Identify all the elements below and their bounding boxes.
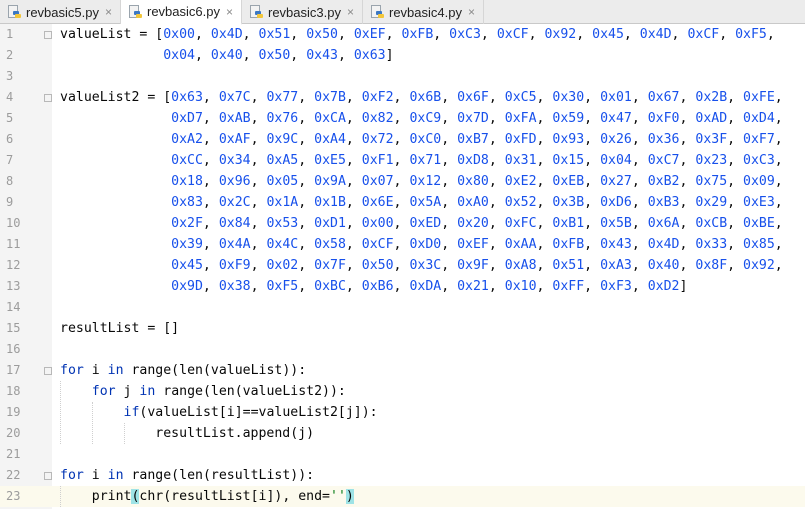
python-file-icon xyxy=(128,4,142,19)
line-number: 7 xyxy=(6,153,14,167)
code-line[interactable]: 9 0x83, 0x2C, 0x1A, 0x1B, 0x6E, 0x5A, 0x… xyxy=(0,192,805,213)
code-text: 0xA2, 0xAF, 0x9C, 0xA4, 0x72, 0xC0, 0xB7… xyxy=(171,132,783,147)
line-number: 20 xyxy=(6,426,21,440)
code-line[interactable]: 23 print(chr(resultList[i]), end='') xyxy=(0,486,805,507)
line-number: 4 xyxy=(6,90,14,104)
code-line[interactable]: 13 0x9D, 0x38, 0xF5, 0xBC, 0xB6, 0xDA, 0… xyxy=(0,276,805,297)
code-line[interactable]: 19 if(valueList[i]==valueList2[j]): xyxy=(0,402,805,423)
code-line[interactable]: 17 for i in range(len(valueList)): xyxy=(0,360,805,381)
line-number: 23 xyxy=(6,489,21,503)
code-text: 0x39, 0x4A, 0x4C, 0x58, 0xCF, 0xD0, 0xEF… xyxy=(171,237,783,252)
code-editor[interactable]: 1 valueList = [0x00, 0x4D, 0x51, 0x50, 0x… xyxy=(0,24,805,509)
line-number: 13 xyxy=(6,279,21,293)
code-line[interactable]: 20 resultList.append(j) xyxy=(0,423,805,444)
line-number: 10 xyxy=(6,216,21,230)
fold-marker-icon[interactable] xyxy=(44,367,52,375)
line-number: 6 xyxy=(6,132,14,146)
line-number: 9 xyxy=(6,195,14,209)
code-line[interactable]: 12 0x45, 0xF9, 0x02, 0x7F, 0x50, 0x3C, 0… xyxy=(0,255,805,276)
close-tab-icon[interactable]: × xyxy=(226,5,233,19)
code-line[interactable]: 11 0x39, 0x4A, 0x4C, 0x58, 0xCF, 0xD0, 0… xyxy=(0,234,805,255)
close-tab-icon[interactable]: × xyxy=(468,5,475,19)
line-number: 19 xyxy=(6,405,21,419)
line-number: 12 xyxy=(6,258,21,272)
code-text: for i in range(len(resultList)): xyxy=(60,468,315,483)
code-line[interactable]: 10 0x2F, 0x84, 0x53, 0xD1, 0x00, 0xED, 0… xyxy=(0,213,805,234)
code-line[interactable]: 14 xyxy=(0,297,805,318)
line-number: 8 xyxy=(6,174,14,188)
close-tab-icon[interactable]: × xyxy=(105,5,112,19)
code-text: resultList.append(j) xyxy=(60,426,315,441)
code-line[interactable]: 6 0xA2, 0xAF, 0x9C, 0xA4, 0x72, 0xC0, 0x… xyxy=(0,129,805,150)
indent-guide xyxy=(60,381,61,444)
code-line[interactable]: 4 valueList2 = [0x63, 0x7C, 0x77, 0x7B, 0… xyxy=(0,87,805,108)
code-text: resultList = [] xyxy=(60,321,180,336)
editor-tab-bar: revbasic5.py × revbasic6.py × revbasic3.py × r… xyxy=(0,0,805,25)
code-line[interactable]: 3 xyxy=(0,66,805,87)
line-number: 2 xyxy=(6,48,14,62)
code-line[interactable]: 16 xyxy=(0,339,805,360)
indent-guide xyxy=(92,402,93,444)
tab-revbasic5-py[interactable]: revbasic5.py × xyxy=(0,0,121,24)
code-text: if(valueList[i]==valueList2[j]): xyxy=(123,405,378,420)
tab-label: revbasic3.py xyxy=(268,4,341,20)
code-line[interactable]: 15 resultList = [] xyxy=(0,318,805,339)
tab-label: revbasic6.py xyxy=(147,4,220,19)
code-text: 0x45, 0xF9, 0x02, 0x7F, 0x50, 0x3C, 0x9F… xyxy=(171,258,783,273)
line-number: 21 xyxy=(6,447,21,461)
python-file-icon xyxy=(370,5,384,19)
tab-label: revbasic5.py xyxy=(26,4,99,20)
code-line[interactable]: 5 0xD7, 0xAB, 0x76, 0xCA, 0x82, 0xC9, 0x… xyxy=(0,108,805,129)
python-file-icon xyxy=(7,5,21,19)
tab-revbasic3-py[interactable]: revbasic3.py × xyxy=(242,0,363,24)
code-line[interactable]: 1 valueList = [0x00, 0x4D, 0x51, 0x50, 0x… xyxy=(0,24,805,45)
indent-guide xyxy=(124,423,125,444)
fold-marker-icon[interactable] xyxy=(44,472,52,480)
code-text: 0x9D, 0x38, 0xF5, 0xBC, 0xB6, 0xDA, 0x21… xyxy=(171,279,688,294)
line-number: 16 xyxy=(6,342,21,356)
close-tab-icon[interactable]: × xyxy=(347,5,354,19)
line-number: 3 xyxy=(6,69,14,83)
python-file-icon xyxy=(249,5,263,19)
line-number: 22 xyxy=(6,468,21,482)
code-line[interactable]: 8 0x18, 0x96, 0x05, 0x9A, 0x07, 0x12, 0x… xyxy=(0,171,805,192)
code-text: 0x04, 0x40, 0x50, 0x43, 0x63] xyxy=(163,48,394,63)
code-text: for i in range(len(valueList)): xyxy=(60,363,307,378)
indent-guide xyxy=(60,486,61,507)
code-text: 0x2F, 0x84, 0x53, 0xD1, 0x00, 0xED, 0x20… xyxy=(171,216,783,231)
code-text: 0xD7, 0xAB, 0x76, 0xCA, 0x82, 0xC9, 0x7D… xyxy=(171,111,783,126)
tab-revbasic4-py[interactable]: revbasic4.py × xyxy=(363,0,484,24)
code-text: 0x83, 0x2C, 0x1A, 0x1B, 0x6E, 0x5A, 0xA0… xyxy=(171,195,783,210)
code-line[interactable]: 21 xyxy=(0,444,805,465)
fold-marker-icon[interactable] xyxy=(44,94,52,102)
line-number: 17 xyxy=(6,363,21,377)
line-number: 5 xyxy=(6,111,14,125)
code-text: for j in range(len(valueList2)): xyxy=(91,384,346,399)
line-number: 14 xyxy=(6,300,21,314)
code-line[interactable]: 18 for j in range(len(valueList2)): xyxy=(0,381,805,402)
code-line[interactable]: 22 for i in range(len(resultList)): xyxy=(0,465,805,486)
tab-label: revbasic4.py xyxy=(389,4,462,20)
line-number: 15 xyxy=(6,321,21,335)
code-text: print(chr(resultList[i]), end='') xyxy=(60,489,354,504)
code-text: valueList2 = [0x63, 0x7C, 0x77, 0x7B, 0x… xyxy=(60,90,783,105)
code-line[interactable]: 2 0x04, 0x40, 0x50, 0x43, 0x63] xyxy=(0,45,805,66)
code-text: valueList = [0x00, 0x4D, 0x51, 0x50, 0xE… xyxy=(60,27,775,42)
tab-revbasic6-py[interactable]: revbasic6.py × xyxy=(121,0,242,25)
line-number: 11 xyxy=(6,237,21,251)
line-number: 1 xyxy=(6,27,14,41)
code-text: 0xCC, 0x34, 0xA5, 0xE5, 0xF1, 0x71, 0xD8… xyxy=(171,153,783,168)
line-number: 18 xyxy=(6,384,21,398)
code-text: 0x18, 0x96, 0x05, 0x9A, 0x07, 0x12, 0x80… xyxy=(171,174,783,189)
code-line[interactable]: 7 0xCC, 0x34, 0xA5, 0xE5, 0xF1, 0x71, 0x… xyxy=(0,150,805,171)
fold-marker-icon[interactable] xyxy=(44,31,52,39)
